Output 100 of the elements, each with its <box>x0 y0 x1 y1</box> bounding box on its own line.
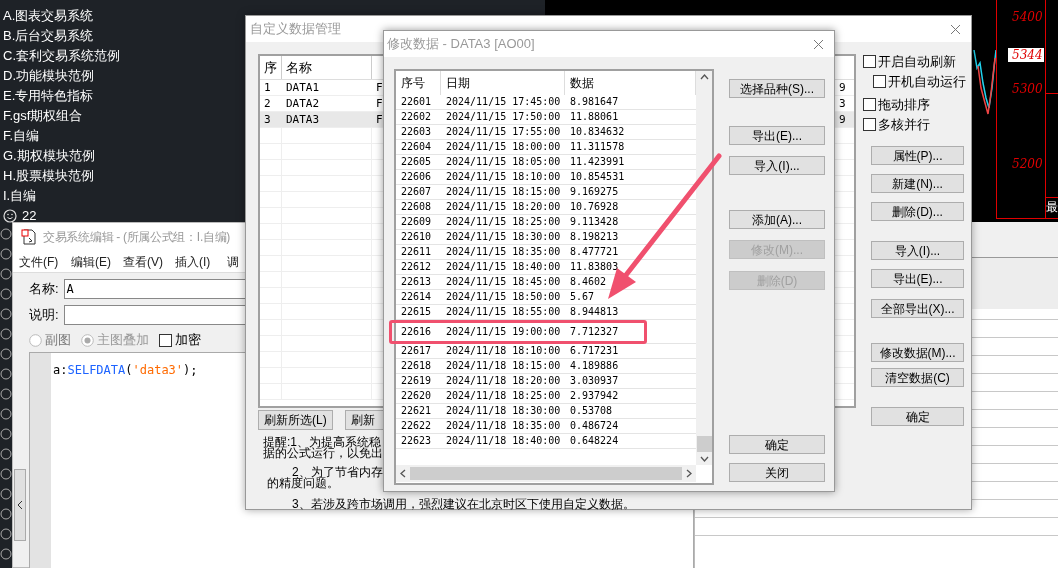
table-cell-text: 2024/11/18 18:25:00 <box>445 389 562 403</box>
table-cell-text: 8.981647 <box>569 95 620 109</box>
table-cell-text: 22623 <box>400 434 433 448</box>
table-cell-text: 2024/11/15 18:50:00 <box>445 290 562 304</box>
table-cell-text: 2024/11/15 18:55:00 <box>445 305 562 319</box>
table-cell-text: 22610 <box>400 230 433 244</box>
table-cell-text: 22606 <box>400 170 433 184</box>
table-cell-text: DATA2 <box>285 96 321 111</box>
table-cell-text: 22614 <box>400 290 433 304</box>
table-cell: 9 <box>838 80 846 95</box>
table-cell-text: 11.83803 <box>569 260 620 274</box>
table-cell-text: 22618 <box>400 359 433 373</box>
table-cell-text: 11.311578 <box>569 140 626 154</box>
table-cell-text: 11.88061 <box>569 110 620 124</box>
field-label: 说明: <box>29 306 60 325</box>
table-cell-text: 8.944813 <box>569 305 620 319</box>
table-cell-text: 9.113428 <box>569 215 620 229</box>
table-cell-text: 3.030937 <box>569 374 620 388</box>
table-cell-text: 22611 <box>400 245 433 259</box>
table-cell-text: 8.198213 <box>569 230 620 244</box>
table-cell-text: 2024/11/15 17:45:00 <box>445 95 562 109</box>
checkbox-label: 多核并行 <box>878 117 930 132</box>
price-label: 5300 <box>1012 81 1043 98</box>
table-cell-text: 2024/11/15 17:55:00 <box>445 125 562 139</box>
table-cell-text: DATA1 <box>285 80 321 95</box>
table-cell-text: 4.189886 <box>569 359 620 373</box>
table-cell-text: 2024/11/15 18:05:00 <box>445 155 562 169</box>
table-cell-text: 0.53708 <box>569 404 614 418</box>
table-cell-text: 2024/11/18 18:20:00 <box>445 374 562 388</box>
table-cell-text: 22613 <box>400 275 433 289</box>
field-label: 名称: <box>29 280 60 299</box>
count-label: 22 <box>22 207 37 226</box>
table-cell-text: 22601 <box>400 95 433 109</box>
table-cell-text: 22609 <box>400 215 433 229</box>
table-cell-text: 22608 <box>400 200 433 214</box>
table-cell-text: 2024/11/15 19:00:00 <box>445 324 562 339</box>
table-cell-text: 2024/11/15 18:45:00 <box>445 275 562 289</box>
table-cell-text: 8.4602 <box>569 275 608 289</box>
table-cell-text: 2024/11/18 18:40:00 <box>445 434 562 448</box>
table-cell-text: 2024/11/15 18:35:00 <box>445 245 562 259</box>
table-cell-text: 2024/11/18 18:15:00 <box>445 359 562 373</box>
table-cell-text: 9.169275 <box>569 185 620 199</box>
table-cell-text: 10.854531 <box>569 170 626 184</box>
table-cell-text: 5.67 <box>569 290 596 304</box>
note-text: 据的公式运行，以免出 <box>263 448 383 459</box>
table-cell-text: 2024/11/15 18:15:00 <box>445 185 562 199</box>
column-label: 最 <box>1046 200 1058 214</box>
checkbox-label: 开机自动运行 <box>888 74 966 89</box>
last-price-tag: 5344 <box>1008 48 1044 62</box>
code-line: a:SELFDATA('data3'); <box>53 363 198 377</box>
table-cell-text: 1 <box>263 80 272 95</box>
table-cell: 9 <box>838 112 846 127</box>
table-cell-text: 8.477721 <box>569 245 620 259</box>
note-text: 的精度问题。 <box>266 478 339 489</box>
dialog-title: 自定义数据管理 <box>250 20 341 39</box>
table-cell-text: 22619 <box>400 374 433 388</box>
table-cell-text: 22612 <box>400 260 433 274</box>
table-cell-text: 0.648224 <box>569 434 620 448</box>
table-cell-text: DATA3 <box>285 112 321 127</box>
table-cell-text: 22615 <box>400 305 433 319</box>
option-label: 加密 <box>175 331 201 350</box>
table-cell-text: 11.423991 <box>569 155 626 169</box>
table-cell-text: F <box>375 80 384 95</box>
window-title: 交易系统编辑 - (所属公式组：I.自编) <box>43 229 231 246</box>
note-text: 3、若涉及跨市场调用，强烈建议在北京时区下使用自定义数据。 <box>291 499 635 510</box>
table-cell-text: 2024/11/18 18:10:00 <box>445 344 562 358</box>
table-cell-text: 2024/11/15 18:40:00 <box>445 260 562 274</box>
table-cell-text: 22620 <box>400 389 433 403</box>
table-cell: 3 <box>838 96 846 111</box>
table-cell-text: 3 <box>263 112 272 127</box>
table-cell-text: 6.717231 <box>569 344 620 358</box>
price-label: 5200 <box>1012 156 1043 173</box>
table-cell-text: 2024/11/18 18:35:00 <box>445 419 562 433</box>
checkbox-label: 拖动排序 <box>878 97 930 112</box>
option-label: 主图叠加 <box>97 331 149 350</box>
option-label: 副图 <box>45 331 71 350</box>
table-cell-text: 10.834632 <box>569 125 626 139</box>
table-cell-text: 22617 <box>400 344 433 358</box>
table-cell-text: 0.486724 <box>569 419 620 433</box>
table-cell-text: 2024/11/15 18:30:00 <box>445 230 562 244</box>
table-cell-text: 22616 <box>400 324 433 339</box>
table-cell-text: F <box>375 96 384 111</box>
dialog-title: 修改数据 - DATA3 [AO00] <box>387 35 535 54</box>
table-cell-text: 7.712327 <box>569 324 620 339</box>
table-cell-text: 2 <box>263 96 272 111</box>
table-cell-text: F <box>375 112 384 127</box>
price-label: 5400 <box>1012 9 1043 26</box>
table-cell-text: 2.937942 <box>569 389 620 403</box>
table-cell-text: 2024/11/15 18:10:00 <box>445 170 562 184</box>
table-cell-text: 10.76928 <box>569 200 620 214</box>
table-cell-text: 22602 <box>400 110 433 124</box>
checkbox-label: 开启自动刷新 <box>878 54 956 69</box>
note-text: 提醒:1、为提高系统稳 <box>263 437 381 448</box>
note-text: 2、为了节省内存 <box>292 467 383 478</box>
table-cell-text: 22604 <box>400 140 433 154</box>
table-cell-text: 22605 <box>400 155 433 169</box>
table-cell-text: 2024/11/15 18:20:00 <box>445 200 562 214</box>
table-cell-text: 22607 <box>400 185 433 199</box>
table-cell-text: 22603 <box>400 125 433 139</box>
table-cell-text: 2024/11/18 18:30:00 <box>445 404 562 418</box>
